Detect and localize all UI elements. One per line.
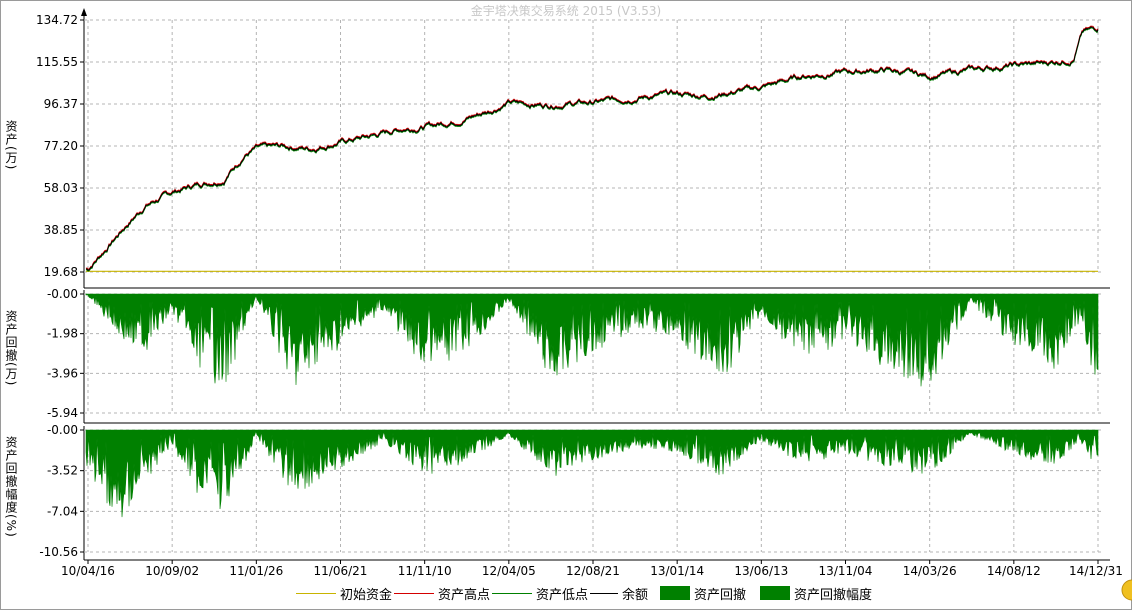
xtick-label: 13/06/13 bbox=[734, 564, 788, 578]
y-axis-arrow-icon bbox=[81, 8, 87, 16]
legend-box-swatch bbox=[760, 586, 790, 600]
legend-label: 资产高点 bbox=[438, 587, 491, 603]
xtick-label: 14/12/31 bbox=[1069, 564, 1123, 578]
panel1-ytick-label: 134.72 bbox=[36, 13, 78, 27]
legend-item: 初始资金 bbox=[296, 581, 392, 605]
xtick-label: 11/01/26 bbox=[229, 564, 283, 578]
chart-canvas: 134.72 115.55 96.37 77.20 58.03 38.85 19.68 -0.… bbox=[36, 8, 1132, 601]
xtick-label: 10/04/16 bbox=[61, 564, 115, 578]
legend-item: 余额 bbox=[590, 581, 648, 605]
asset-low-line bbox=[85, 27, 1099, 272]
panel1-ytick-label: 58.03 bbox=[44, 181, 78, 195]
legend-item: 资产回撤幅度 bbox=[760, 581, 872, 605]
legend-label: 初始资金 bbox=[340, 587, 393, 603]
xtick-label: 13/01/14 bbox=[650, 564, 704, 578]
drawdown-pct-area bbox=[85, 429, 1099, 518]
panel3-ytick-label: -7.04 bbox=[47, 504, 78, 518]
xtick-label: 13/11/04 bbox=[819, 564, 873, 578]
panel2-ytick-label: -5.94 bbox=[47, 406, 78, 420]
legend-item: 资产高点 bbox=[394, 581, 490, 605]
xtick-label: 11/06/21 bbox=[314, 564, 368, 578]
panel3-ytick-label: -3.52 bbox=[47, 464, 78, 478]
balance-line bbox=[85, 26, 1099, 271]
xtick-label: 10/09/02 bbox=[145, 564, 199, 578]
asset-high-line bbox=[85, 25, 1099, 271]
xtick-label: 12/08/21 bbox=[566, 564, 620, 578]
panel2-ytick-label: -3.96 bbox=[47, 366, 78, 380]
legend-line-swatch bbox=[296, 592, 336, 594]
legend-box-swatch bbox=[660, 586, 690, 600]
legend-label: 资产低点 bbox=[536, 587, 589, 603]
legend-label: 余额 bbox=[622, 587, 649, 603]
panel1-ytick-label: 19.68 bbox=[44, 265, 78, 279]
panel1-ytick-label: 38.85 bbox=[44, 223, 78, 237]
legend-label: 资产回撤幅度 bbox=[794, 587, 873, 603]
legend-line-swatch bbox=[394, 592, 434, 594]
panel1-ytick-label: 96.37 bbox=[44, 97, 78, 111]
legend-item: 资产低点 bbox=[492, 581, 588, 605]
panel2-ytick-label: -1.98 bbox=[47, 327, 78, 341]
legend-item: 资产回撤 bbox=[660, 581, 746, 605]
legend-label: 资产回撤 bbox=[694, 587, 747, 603]
xtick-label: 11/11/10 bbox=[398, 564, 452, 578]
panel1-ytick-label: 115.55 bbox=[36, 55, 78, 69]
panel1-ytick-label: 77.20 bbox=[44, 139, 78, 153]
drawdown-area bbox=[85, 293, 1099, 387]
xtick-label: 12/04/05 bbox=[482, 564, 536, 578]
panel3-ytick-label: -0.00 bbox=[47, 423, 78, 437]
xtick-label: 14/08/12 bbox=[987, 564, 1041, 578]
chart-legend: 初始资金 资产高点 资产低点 余额 资产回撤 资产回撤幅度 bbox=[0, 581, 1132, 605]
panel2-ytick-label: -0.00 bbox=[47, 287, 78, 301]
panel3-ytick-label: -10.56 bbox=[39, 545, 78, 559]
legend-line-swatch bbox=[492, 592, 532, 594]
xtick-label: 14/03/26 bbox=[903, 564, 957, 578]
legend-line-swatch bbox=[590, 592, 618, 594]
